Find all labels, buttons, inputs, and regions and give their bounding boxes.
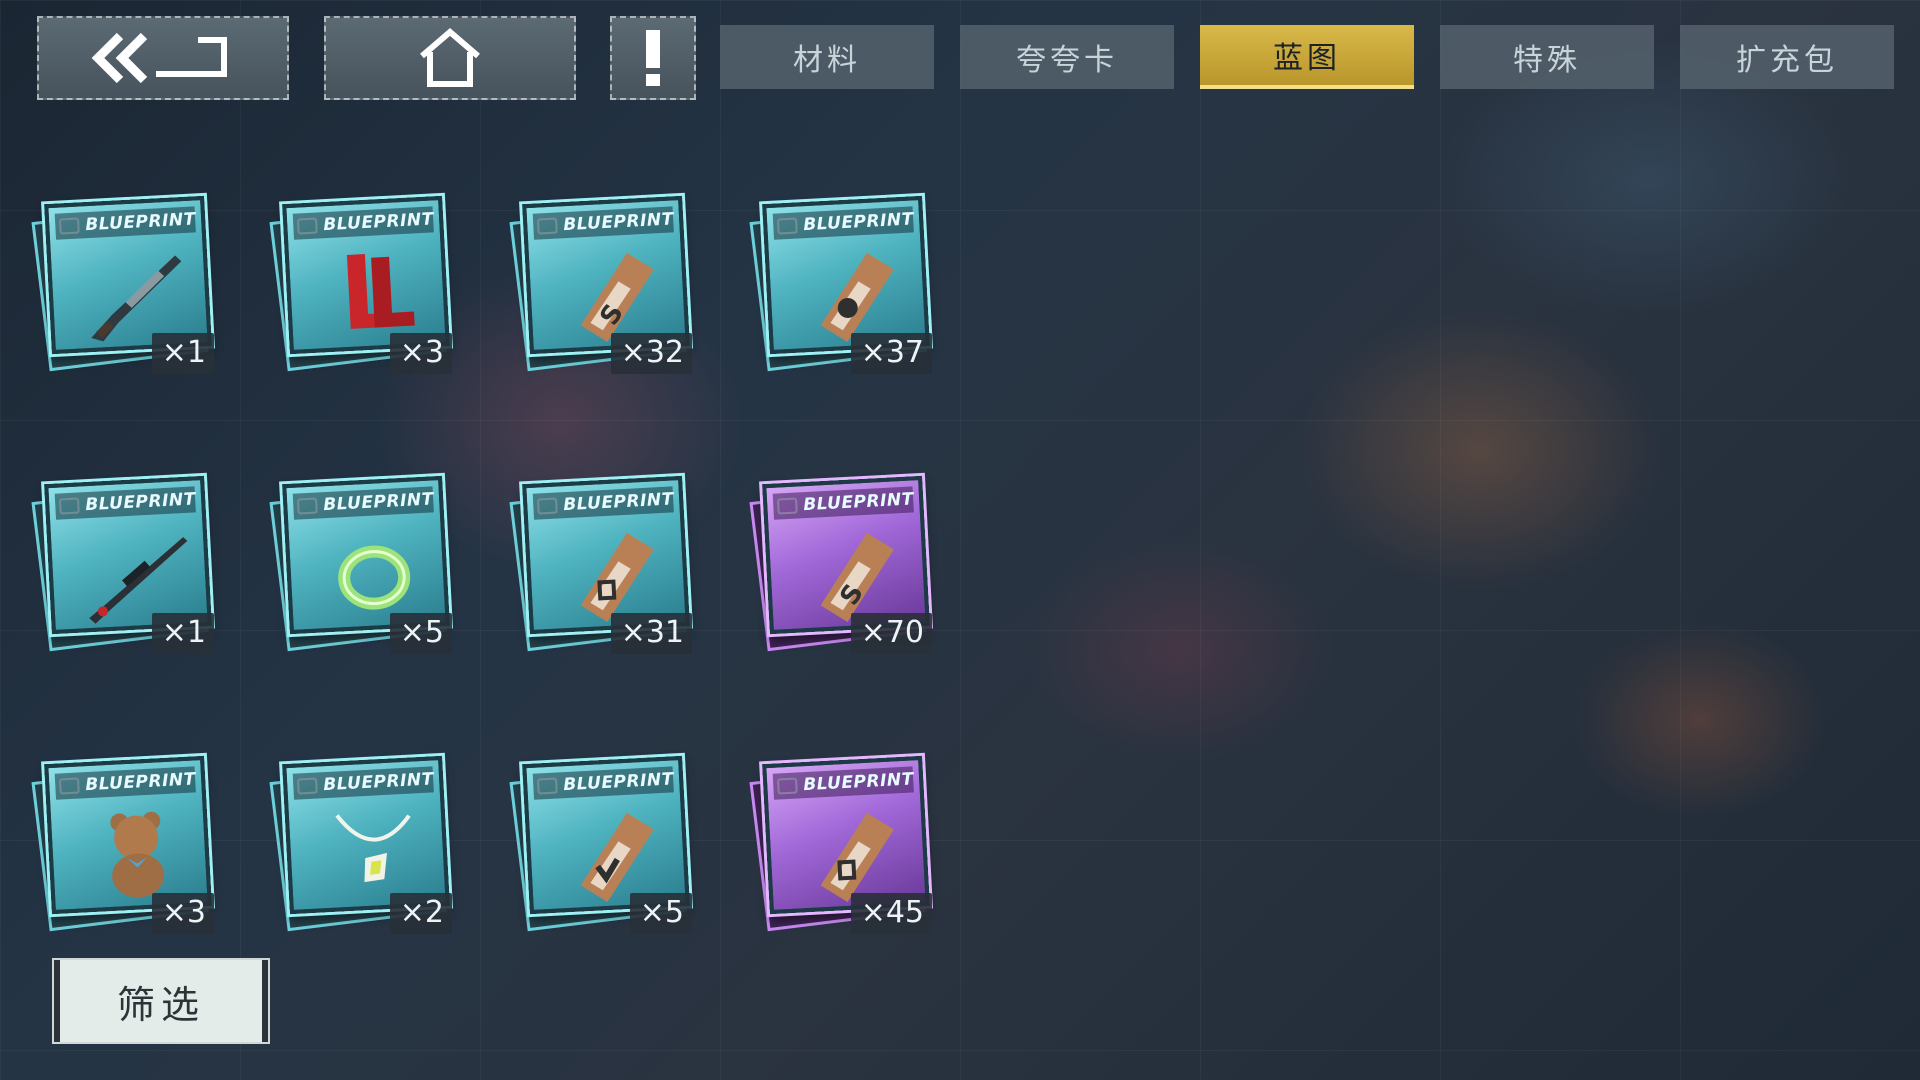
back-button[interactable] bbox=[37, 16, 289, 100]
item-count: ×45 bbox=[850, 893, 932, 934]
item-count: ×5 bbox=[389, 613, 452, 654]
item-count: ×1 bbox=[151, 333, 214, 374]
filter-button[interactable]: 筛选 bbox=[54, 960, 268, 1042]
item-count: ×70 bbox=[850, 613, 932, 654]
blueprint-header: BLUEPRINT bbox=[532, 206, 674, 240]
home-icon bbox=[420, 28, 480, 87]
ticket-icon bbox=[820, 252, 894, 343]
blueprint-item-sniper[interactable]: BLUEPRINT ×1 bbox=[26, 470, 236, 660]
blueprint-header: BLUEPRINT bbox=[532, 766, 674, 800]
blueprint-item-ticket-2[interactable]: BLUEPRINT ×37 bbox=[744, 190, 954, 380]
blueprint-header: BLUEPRINT bbox=[532, 486, 674, 520]
tab-special[interactable]: 特殊 bbox=[1440, 25, 1654, 89]
shotgun-icon bbox=[91, 255, 182, 342]
blueprint-item-ticket-6[interactable]: BLUEPRINT ×45 bbox=[744, 750, 954, 940]
tab-blueprints[interactable]: 蓝图 bbox=[1200, 25, 1414, 89]
necklace-icon bbox=[335, 814, 411, 883]
blueprint-item-teddy[interactable]: BLUEPRINT ×3 bbox=[26, 750, 236, 940]
blueprint-header: BLUEPRINT bbox=[292, 206, 434, 240]
item-count: ×31 bbox=[610, 613, 692, 654]
tab-expansion-packs[interactable]: 扩充包 bbox=[1680, 25, 1894, 89]
ticket-icon: S bbox=[820, 532, 894, 623]
blueprint-item-shotgun[interactable]: BLUEPRINT ×1 bbox=[26, 190, 236, 380]
blueprint-item-ticket-1[interactable]: BLUEPRINT S ×32 bbox=[504, 190, 714, 380]
double-chevron-back-icon bbox=[91, 32, 227, 84]
blueprint-item-ticket-4[interactable]: BLUEPRINT S ×70 bbox=[744, 470, 954, 660]
blueprint-header: BLUEPRINT bbox=[54, 486, 196, 520]
ticket-icon bbox=[580, 532, 654, 623]
teddy-bear-icon bbox=[110, 811, 165, 898]
ticket-icon bbox=[820, 812, 894, 903]
item-count: ×32 bbox=[610, 333, 692, 374]
blueprint-header: BLUEPRINT bbox=[772, 206, 914, 240]
item-count: ×5 bbox=[629, 893, 692, 934]
blueprint-header: BLUEPRINT bbox=[292, 766, 434, 800]
blueprint-header: BLUEPRINT bbox=[772, 486, 914, 520]
home-button[interactable] bbox=[324, 16, 576, 100]
ticket-icon bbox=[580, 812, 654, 903]
item-count: ×1 bbox=[151, 613, 214, 654]
red-boots-icon bbox=[346, 254, 415, 329]
tab-materials[interactable]: 材料 bbox=[720, 25, 934, 89]
item-count: ×2 bbox=[389, 893, 452, 934]
blueprint-header: BLUEPRINT bbox=[292, 486, 434, 520]
ticket-icon: S bbox=[580, 252, 654, 343]
blueprint-item-necklace[interactable]: BLUEPRINT ×2 bbox=[264, 750, 474, 940]
item-count: ×3 bbox=[389, 333, 452, 374]
green-ring-icon bbox=[338, 545, 411, 610]
blueprint-item-ring[interactable]: BLUEPRINT ×5 bbox=[264, 470, 474, 660]
tab-praise-cards[interactable]: 夸夸卡 bbox=[960, 25, 1174, 89]
item-count: ×3 bbox=[151, 893, 214, 934]
exclamation-icon bbox=[646, 30, 660, 86]
sniper-rifle-icon bbox=[89, 537, 188, 624]
blueprint-header: BLUEPRINT bbox=[54, 206, 196, 240]
blueprint-header: BLUEPRINT bbox=[54, 766, 196, 800]
blueprint-item-ticket-5[interactable]: BLUEPRINT ×5 bbox=[504, 750, 714, 940]
alert-button[interactable] bbox=[610, 16, 696, 100]
blueprint-item-ticket-3[interactable]: BLUEPRINT ×31 bbox=[504, 470, 714, 660]
item-count: ×37 bbox=[850, 333, 932, 374]
blueprint-item-boots[interactable]: BLUEPRINT ×3 bbox=[264, 190, 474, 380]
blueprint-header: BLUEPRINT bbox=[772, 766, 914, 800]
